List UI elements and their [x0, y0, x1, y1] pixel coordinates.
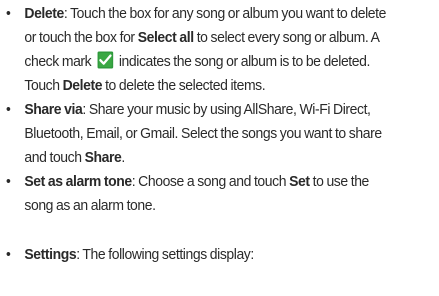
bullet: •	[6, 246, 11, 263]
list-item-share-via: • Share via: Share your music by using A…	[6, 98, 400, 170]
delete-line3-post: indicates the song or album is to be del…	[118, 53, 371, 70]
bullet: •	[6, 5, 11, 22]
list-item-set-as-alarm-tone: • Set as alarm tone: Choose a song and t…	[6, 170, 400, 218]
term-set-as-alarm-tone: Set as alarm tone	[24, 173, 132, 190]
delete-line2-pre: or touch the box for	[24, 29, 138, 46]
share-line2: Bluetooth, Email, or Gmail. Select the s…	[24, 125, 382, 142]
delete-bold-label: Delete	[62, 77, 103, 94]
list-item-delete: • Delete: Touch the box for any song or …	[6, 2, 400, 98]
set-bold-label: Set	[289, 173, 310, 190]
share-line3-pre: and touch	[24, 149, 85, 166]
checkbox-checked-icon	[97, 51, 114, 69]
alarm-line2: song as an alarm tone.	[24, 197, 156, 214]
share-line3-post: .	[121, 149, 125, 166]
term-delete: Delete	[24, 5, 64, 22]
delete-line4-post: to delete the selected items.	[102, 77, 266, 94]
delete-line3-pre: check mark	[24, 53, 92, 70]
delete-line4-pre: Touch	[24, 77, 63, 94]
term-share-via: Share via	[24, 101, 83, 118]
list-item-settings: • Settings: The following settings displ…	[6, 243, 400, 267]
alarm-line1-pre: Choose a song and touch	[138, 173, 290, 190]
bullet: •	[6, 101, 11, 118]
settings-line1: The following settings display:	[82, 246, 254, 263]
term-settings: Settings	[24, 246, 77, 263]
bullet: •	[6, 173, 11, 190]
document-page: • Delete: Touch the box for any song or …	[0, 0, 439, 296]
share-bold-label: Share	[84, 149, 122, 166]
select-all-label: Select all	[137, 29, 194, 46]
alarm-line1-post: to use the	[309, 173, 370, 190]
share-line1: Share your music by using AllShare, Wi-F…	[88, 101, 371, 118]
delete-line1: Touch the box for any song or album you …	[70, 5, 386, 22]
delete-line2-post: to select every song or album. A	[193, 29, 380, 46]
